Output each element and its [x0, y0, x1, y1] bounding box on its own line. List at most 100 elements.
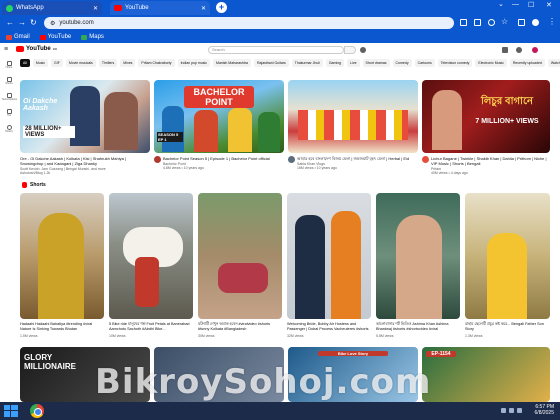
filter-chip[interactable]: Indian pop music [177, 59, 211, 67]
video-title[interactable]: Bachelor Point Season 5 | Episode 1 | Ba… [163, 156, 284, 161]
filter-chip[interactable]: Comedy [392, 59, 412, 67]
create-icon[interactable] [502, 47, 508, 53]
filter-chip[interactable]: Rajasthani Guitars [253, 59, 289, 67]
volume-icon[interactable] [509, 408, 514, 413]
forward-icon[interactable]: → [18, 18, 26, 27]
sidebar-item-you[interactable]: You [2, 109, 16, 117]
tab-whatsapp[interactable]: WhatsApp ✕ [2, 1, 102, 15]
close-icon[interactable]: ✕ [93, 5, 98, 12]
filter-chips: All Music GIF Movie musicals Thrillers Mixes P… [20, 59, 560, 68]
thumbnail-figure [135, 257, 159, 307]
filter-chip[interactable]: Manish Maharashtra [213, 59, 251, 67]
video-thumbnail[interactable]: EP-1154 [422, 347, 550, 402]
thumbnail-text: BACHELOR POINT [184, 86, 254, 108]
search-input[interactable]: Search [208, 46, 344, 54]
short-title[interactable]: ভালোবাসার শর্ট ভিডিও Ashima Khan Ashima … [376, 322, 460, 331]
short-thumbnail[interactable] [287, 193, 371, 319]
close-window-icon[interactable]: ✕ [546, 1, 552, 9]
profile-avatar[interactable] [532, 19, 539, 26]
sidepanel-icon[interactable] [518, 19, 525, 26]
filter-chip[interactable]: Recently uploaded [509, 59, 545, 67]
short-thumbnail[interactable] [376, 193, 460, 319]
search-button[interactable] [344, 46, 356, 54]
youtube-logo[interactable]: YouTube BD [16, 46, 57, 52]
short-title[interactable]: Hadaahi Hadaahi Bahatiya #trending #vira… [20, 322, 104, 331]
thumbnail-text: লিচুর বাগানে [481, 96, 533, 107]
battery-icon[interactable] [517, 408, 522, 413]
filter-chip[interactable]: Watched [547, 59, 560, 67]
site-info-icon[interactable]: ⚙ [50, 20, 55, 27]
maximize-icon[interactable]: ☐ [528, 1, 534, 9]
filter-chip[interactable]: Movie musicals [65, 59, 96, 67]
bookmark-label: YouTube [47, 34, 72, 40]
short-title[interactable]: 5 Bike ride মানুষের গল্প Fruit Petals at… [109, 322, 193, 331]
thumbnail-text: Oi Dakche Aakash [23, 98, 58, 112]
filter-chip[interactable]: Short dramas [362, 59, 390, 67]
thumbnail-badge: SEASON 5 EP 1 [157, 132, 183, 142]
channel-avatar[interactable] [154, 156, 161, 163]
microphone-icon[interactable] [360, 47, 366, 53]
share-icon[interactable] [488, 19, 495, 26]
short-thumbnail[interactable] [20, 193, 104, 319]
video-thumbnail[interactable] [288, 80, 418, 153]
bookmark-youtube[interactable]: YouTube [39, 34, 72, 40]
chrome-taskbar-icon[interactable] [30, 404, 44, 418]
clock[interactable]: 6:57 PM 6/8/2025 [535, 404, 554, 416]
notifications-icon[interactable] [516, 47, 522, 53]
network-icon[interactable] [501, 408, 506, 413]
video-stats: 4.8M views • 10 years ago [163, 166, 204, 170]
close-icon[interactable]: ✕ [201, 5, 206, 12]
thumbnail-figure [258, 112, 280, 152]
new-tab-button[interactable]: + [216, 2, 227, 13]
thumbnail-figure [162, 106, 184, 152]
short-thumbnail[interactable] [109, 193, 193, 319]
filter-chip[interactable]: Cartoons [414, 59, 435, 67]
channel-avatar[interactable] [288, 156, 295, 163]
filter-chip[interactable]: Electronic Music [475, 59, 507, 67]
reload-icon[interactable]: ↻ [30, 18, 37, 27]
tab-label: YouTube [125, 5, 149, 11]
bookmark-gmail[interactable]: Gmail [6, 34, 30, 40]
sidebar-item-subscriptions[interactable]: Subscriptions [2, 93, 17, 101]
video-title[interactable]: Lichur Bagane | Twinkle | Shakib Khan | … [431, 156, 550, 166]
cast-icon[interactable] [460, 19, 467, 26]
short-thumbnail[interactable] [198, 193, 282, 319]
filter-chip[interactable]: Pritam Chakraborty [138, 59, 175, 67]
bookmark-star-icon[interactable]: ☆ [501, 17, 508, 26]
short-title[interactable]: Welcoming Bride, Bobby Air Hostess and P… [287, 322, 371, 331]
video-title[interactable]: আবার হবে বাংলাদেশ বিজয় মেলা | জমজমাট বৃ… [297, 156, 418, 161]
filter-chip[interactable]: Live [347, 59, 360, 67]
filter-chip[interactable]: Mixes [120, 59, 136, 67]
video-thumbnail[interactable]: BACHELOR POINT SEASON 5 EP 1 [154, 80, 284, 153]
hamburger-menu-icon[interactable]: ≡ [4, 46, 8, 53]
filter-chip[interactable]: All [20, 59, 30, 67]
tab-youtube[interactable]: YouTube ✕ [110, 1, 210, 15]
short-title[interactable]: ঘটনাটি দেখুন অবাক হবেন #viralvideo #shor… [198, 322, 282, 331]
bookmark-maps[interactable]: Maps [81, 34, 104, 40]
filter-chip[interactable]: Music [32, 59, 49, 67]
tab-search-icon[interactable]: ⌄ [498, 0, 504, 8]
filter-chip[interactable]: GIF [51, 59, 63, 67]
filter-chip[interactable]: Gaming [325, 59, 345, 67]
video-thumbnail[interactable]: Oi Dakche Aakash 28 MILLION+ VIEWS [20, 80, 150, 153]
short-thumbnail[interactable] [465, 193, 550, 319]
minimize-icon[interactable]: — [512, 1, 519, 8]
filter-chip[interactable]: Thrillers [98, 59, 118, 67]
sidebar-item-history[interactable]: History [2, 125, 16, 133]
channel-avatar[interactable] [422, 156, 429, 163]
screenshot-icon[interactable] [474, 19, 481, 26]
video-thumbnail[interactable]: লিচুর বাগানে 7 MILLION+ VIEWS [422, 80, 550, 153]
account-avatar[interactable] [532, 47, 538, 53]
menu-icon[interactable]: ⋮ [548, 17, 556, 26]
thumbnail-badge: 7 MILLION+ VIEWS [475, 118, 539, 125]
short-title[interactable]: রাহাম ছেলেটি প্রচুর কষ্ট করে... Bengali … [465, 322, 550, 331]
back-icon[interactable]: ← [6, 18, 14, 27]
video-title[interactable]: Ore - Oi Dakche Aakash | Kolkata | Kisi … [20, 156, 150, 166]
thumbnail-figure [432, 90, 462, 150]
address-bar[interactable]: ⚙ youtube.com [44, 17, 454, 29]
sidebar-item-home[interactable]: Home [2, 61, 16, 69]
filter-chip[interactable]: Television comedy [437, 59, 473, 67]
windows-start-icon[interactable] [4, 405, 18, 417]
filter-chip[interactable]: Thakurmar Jhuli [291, 59, 323, 67]
sidebar-item-shorts[interactable]: Shorts [2, 77, 16, 85]
